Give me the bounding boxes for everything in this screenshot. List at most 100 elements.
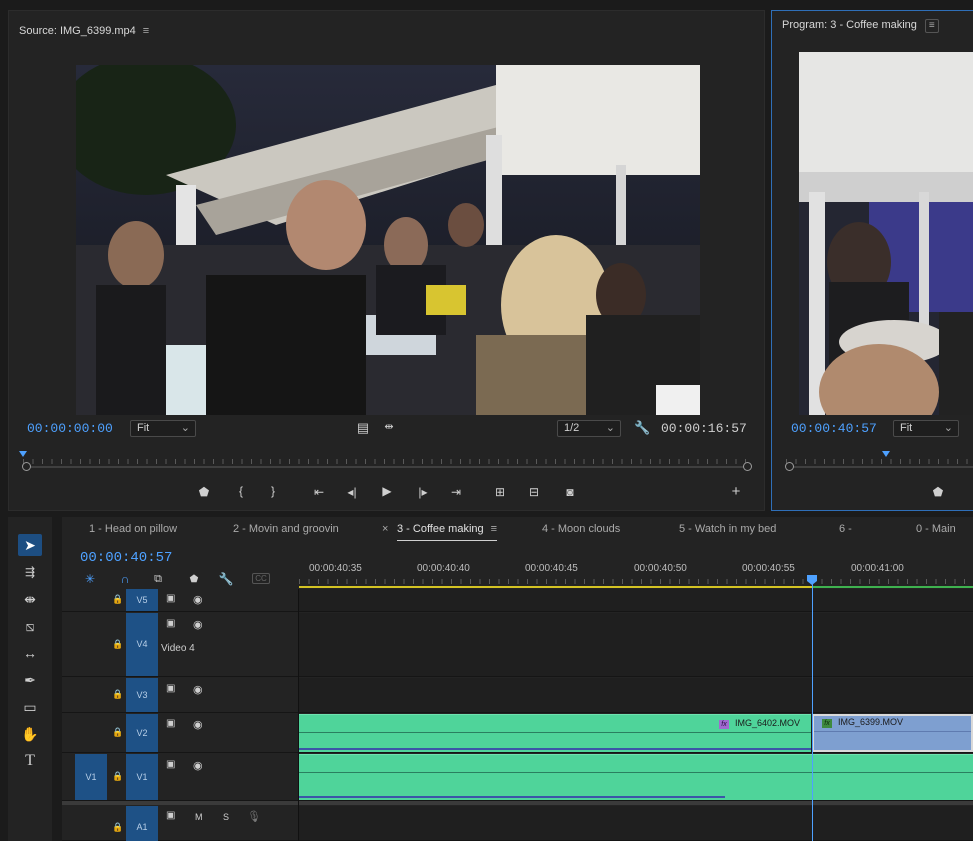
step-forward-icon[interactable]: |▸ xyxy=(413,485,433,499)
sync-lock-camera-icon[interactable]: ▣ xyxy=(166,759,175,770)
track-name-v4[interactable]: Video 4 xyxy=(161,643,195,654)
tab-sequence-2[interactable]: 2 - Movin and groovin xyxy=(233,523,339,535)
insert-icon[interactable]: ⊞ xyxy=(490,485,510,499)
sync-lock-camera-icon[interactable]: ▣ xyxy=(166,683,175,694)
close-tab-icon[interactable]: × xyxy=(382,523,388,535)
lock-icon[interactable]: 🔒 xyxy=(112,822,123,833)
lock-icon[interactable]: 🔒 xyxy=(112,594,123,605)
program-scroll-left-handle[interactable] xyxy=(785,462,794,471)
clip-v1[interactable] xyxy=(299,754,973,800)
mark-in-icon[interactable]: { xyxy=(231,484,251,498)
drag-video-audio-icon[interactable]: ⇹ xyxy=(381,421,397,434)
timeline-playhead-timecode[interactable]: 00:00:40:57 xyxy=(80,550,172,566)
add-marker-icon[interactable]: ⬟ xyxy=(194,485,214,499)
source-zoom-scrollbar[interactable] xyxy=(27,466,749,468)
rectangle-tool-icon[interactable]: ▭ xyxy=(18,696,42,718)
panel-menu-icon[interactable]: ≡ xyxy=(143,25,149,37)
source-patch-v1[interactable]: V1 xyxy=(75,754,107,800)
track-lane-v3[interactable] xyxy=(299,678,973,713)
track-lane-v5[interactable] xyxy=(299,589,973,612)
track-header-v5[interactable]: 🔒 V5 ▣ ◉ xyxy=(62,589,298,612)
track-lane-v1[interactable] xyxy=(299,754,973,801)
lock-icon[interactable]: 🔒 xyxy=(112,689,123,700)
timeline-playhead-line[interactable] xyxy=(812,583,813,841)
track-target-v1[interactable]: V1 xyxy=(126,754,158,800)
source-resolution-select[interactable]: 1/2 ⌄ xyxy=(557,420,621,437)
program-time-ruler[interactable] xyxy=(786,451,973,465)
source-monitor-title[interactable]: Source: IMG_6399.mp4 ≡ xyxy=(19,25,149,37)
slip-tool-icon[interactable]: ↔ xyxy=(18,642,42,664)
sync-lock-camera-icon[interactable]: ▣ xyxy=(166,718,175,729)
track-header-v2[interactable]: 🔒 V2 ▣ ◉ xyxy=(62,714,298,753)
program-monitor-title[interactable]: Program: 3 - Coffee making ≡ xyxy=(782,19,939,33)
track-target-v5[interactable]: V5 xyxy=(126,589,158,611)
go-to-in-icon[interactable]: ⇤ xyxy=(309,485,329,499)
captions-icon[interactable]: CC xyxy=(252,573,270,584)
tab-sequence-4[interactable]: 4 - Moon clouds xyxy=(542,523,620,535)
tab-sequence-main[interactable]: 0 - Main xyxy=(916,523,956,535)
program-playhead-timecode[interactable]: 00:00:40:57 xyxy=(791,421,877,436)
track-target-a1[interactable]: A1 xyxy=(126,806,158,841)
clip-img-6402[interactable]: fx IMG_6402.MOV xyxy=(299,714,811,752)
video-audio-divider[interactable] xyxy=(62,801,973,805)
track-target-v2[interactable]: V2 xyxy=(126,714,158,752)
track-lane-a1[interactable] xyxy=(299,806,973,841)
razor-tool-icon[interactable]: ⧅ xyxy=(18,615,42,637)
panel-menu-icon[interactable]: ≡ xyxy=(924,19,939,33)
eye-icon[interactable]: ◉ xyxy=(193,683,203,696)
clip-img-6399[interactable]: fx IMG_6399.MOV xyxy=(812,714,973,752)
source-playhead-timecode[interactable]: 00:00:00:00 xyxy=(27,421,113,436)
step-back-icon[interactable]: ◂| xyxy=(342,485,362,499)
type-tool-icon[interactable]: T xyxy=(18,750,42,772)
linked-selection-icon[interactable]: ⧉ xyxy=(150,573,166,586)
track-header-a1[interactable]: 🔒 A1 ▣ M S 🎙 xyxy=(62,806,298,841)
hand-tool-icon[interactable]: ✋ xyxy=(18,723,42,745)
track-target-v4[interactable]: V4 xyxy=(126,613,158,676)
add-marker-icon[interactable]: ⬟ xyxy=(186,573,202,586)
source-time-ruler[interactable] xyxy=(23,451,747,465)
track-target-v3[interactable]: V3 xyxy=(126,678,158,712)
eye-icon[interactable]: ◉ xyxy=(193,618,203,631)
tab-sequence-1[interactable]: 1 - Head on pillow xyxy=(89,523,177,535)
wrench-icon[interactable]: 🔧 xyxy=(218,573,234,586)
track-select-tool-icon[interactable]: ⇶ xyxy=(18,561,42,583)
snap-magnet-icon[interactable]: ∩ xyxy=(117,573,133,586)
program-zoom-scrollbar[interactable] xyxy=(790,466,973,468)
eye-icon[interactable]: ◉ xyxy=(193,718,203,731)
wrench-icon[interactable]: 🔧 xyxy=(634,421,650,434)
lock-icon[interactable]: 🔒 xyxy=(112,727,123,738)
ripple-edit-tool-icon[interactable]: ⇼ xyxy=(18,588,42,610)
eye-icon[interactable]: ◉ xyxy=(193,759,203,772)
track-lane-v2[interactable]: fx IMG_6402.MOV fx IMG_6399.MOV xyxy=(299,714,973,753)
program-zoom-select[interactable]: Fit ⌄ xyxy=(893,420,959,437)
sync-lock-icon[interactable]: ▣ xyxy=(166,810,175,821)
export-frame-camera-icon[interactable]: ◙ xyxy=(560,485,580,499)
play-icon[interactable]: ▶ xyxy=(377,484,397,498)
tab-sequence-3[interactable]: 3 - Coffee making ≡ xyxy=(397,523,498,541)
track-header-v1[interactable]: V1 🔒 V1 ▣ ◉ xyxy=(62,754,298,801)
solo-button[interactable]: S xyxy=(223,812,229,822)
track-header-v4[interactable]: 🔒 V4 ▣ ◉ Video 4 xyxy=(62,613,298,677)
lock-icon[interactable]: 🔒 xyxy=(112,639,123,650)
insert-frame-icon[interactable]: ▤ xyxy=(355,421,371,434)
microphone-icon[interactable]: 🎙 xyxy=(247,810,261,823)
mute-button[interactable]: M xyxy=(195,812,203,822)
source-zoom-select[interactable]: Fit ⌄ xyxy=(130,420,196,437)
go-to-out-icon[interactable]: ⇥ xyxy=(446,485,466,499)
tab-sequence-5[interactable]: 5 - Watch in my bed xyxy=(679,523,776,535)
track-header-v3[interactable]: 🔒 V3 ▣ ◉ xyxy=(62,678,298,713)
pen-tool-icon[interactable]: ✒ xyxy=(18,669,42,691)
work-area-bar[interactable] xyxy=(299,586,812,588)
tab-sequence-6[interactable]: 6 - xyxy=(839,523,852,535)
source-scroll-left-handle[interactable] xyxy=(22,462,31,471)
sync-lock-camera-icon[interactable]: ▣ xyxy=(166,618,175,629)
track-lane-v4[interactable] xyxy=(299,613,973,677)
eye-icon[interactable]: ◉ xyxy=(193,593,203,606)
lock-icon[interactable]: 🔒 xyxy=(112,771,123,782)
source-scroll-right-handle[interactable] xyxy=(743,462,752,471)
nest-toggle-icon[interactable]: ✳ xyxy=(82,573,98,586)
mark-out-icon[interactable]: } xyxy=(263,484,283,498)
button-editor-plus-icon[interactable]: + xyxy=(726,483,746,500)
panel-menu-icon[interactable]: ≡ xyxy=(491,523,497,535)
sync-lock-camera-icon[interactable]: ▣ xyxy=(166,593,175,604)
